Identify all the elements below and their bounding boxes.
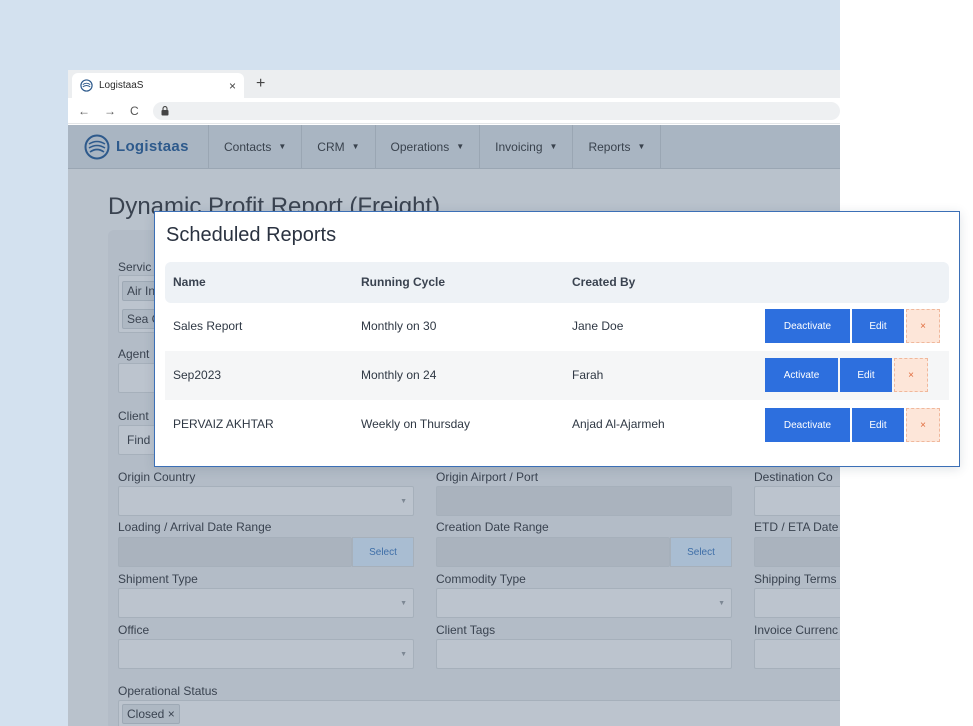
deactivate-button[interactable]: Deactivate: [765, 309, 850, 343]
origin-country-label: Origin Country: [118, 470, 196, 484]
activate-button[interactable]: Activate: [765, 358, 838, 392]
modal-title: Scheduled Reports: [166, 224, 337, 246]
tab-strip: LogistaaS × +: [68, 70, 840, 98]
deactivate-button[interactable]: Deactivate: [765, 408, 850, 442]
table-row: Sales Report Monthly on 30 Jane Doe Deac…: [165, 302, 949, 351]
creation-date-input[interactable]: [436, 537, 670, 567]
origin-country-select[interactable]: ▼: [118, 486, 414, 516]
table-row: PERVAIZ AKHTAR Weekly on Thursday Anjad …: [165, 400, 949, 449]
invoice-currency-select[interactable]: [754, 639, 840, 669]
client-tags-label: Client Tags: [436, 623, 496, 637]
forward-icon[interactable]: →: [104, 104, 116, 118]
caret-down-icon: ▼: [351, 142, 360, 151]
nav-operations[interactable]: Operations ▼: [376, 125, 481, 168]
shipment-type-select[interactable]: ▼: [118, 588, 414, 618]
client-placeholder: Find: [127, 433, 151, 447]
created-by: Jane Doe: [572, 319, 624, 333]
etd-eta-input[interactable]: [754, 537, 840, 567]
client-label: Client: [118, 409, 149, 423]
logo[interactable]: Logistaas: [68, 125, 209, 168]
app-navbar: Logistaas Contacts ▼ CRM ▼ Operations ▼ Inv…: [68, 125, 840, 169]
commodity-type-select[interactable]: ▼: [436, 588, 732, 618]
shipment-type-label: Shipment Type: [118, 572, 198, 586]
column-header-name: Name: [173, 275, 206, 289]
delete-button[interactable]: ×: [906, 408, 940, 442]
nav-label: CRM: [317, 139, 345, 154]
loading-date-input[interactable]: [118, 537, 352, 567]
office-label: Office: [118, 623, 150, 637]
column-header-created-by: Created By: [572, 275, 636, 289]
address-bar: ← → C: [68, 98, 840, 124]
caret-down-icon: ▼: [278, 142, 287, 151]
browser-tab[interactable]: LogistaaS ×: [72, 73, 244, 98]
operational-status-label: Operational Status: [118, 684, 218, 698]
running-cycle: Monthly on 24: [361, 368, 437, 382]
service-label: Servic: [118, 260, 152, 274]
loading-date-label: Loading / Arrival Date Range: [118, 520, 272, 534]
table-row: Sep2023 Monthly on 24 Farah Activate Edi…: [165, 351, 949, 400]
operational-status-select[interactable]: [118, 700, 840, 726]
etd-eta-label: ETD / ETA Date: [754, 520, 839, 534]
edit-button[interactable]: Edit: [852, 309, 904, 343]
tab-title: LogistaaS: [99, 80, 144, 91]
edit-button[interactable]: Edit: [852, 408, 904, 442]
destination-country-label: Destination Co: [754, 470, 833, 484]
commodity-type-label: Commodity Type: [436, 572, 526, 586]
nav-reports[interactable]: Reports ▼: [573, 125, 662, 168]
logo-text: Logistaas: [116, 138, 189, 155]
tab-close-icon[interactable]: ×: [229, 79, 236, 93]
new-tab-icon[interactable]: +: [256, 75, 265, 93]
caret-down-icon: ▼: [637, 142, 646, 151]
nav-label: Contacts: [224, 139, 272, 154]
caret-down-icon: ▼: [549, 142, 558, 151]
nav-contacts[interactable]: Contacts ▼: [209, 125, 303, 168]
logistaas-logo-icon: [84, 134, 110, 159]
back-icon[interactable]: ←: [78, 104, 90, 118]
delete-button[interactable]: ×: [894, 358, 928, 392]
shipping-terms-select[interactable]: [754, 588, 840, 618]
caret-down-icon: ▼: [456, 142, 465, 151]
dropdown-caret-icon: ▼: [400, 497, 407, 505]
office-select[interactable]: ▼: [118, 639, 414, 669]
loading-date-select-button[interactable]: Select: [352, 537, 414, 567]
created-by: Anjad Al-Ajarmeh: [572, 417, 665, 431]
operational-status-chip[interactable]: Closed ×: [122, 704, 180, 724]
destination-country-select[interactable]: [754, 486, 840, 516]
origin-airport-select[interactable]: [436, 486, 732, 516]
url-input[interactable]: [152, 101, 840, 120]
nav-label: Operations: [390, 139, 450, 154]
creation-date-label: Creation Date Range: [436, 520, 549, 534]
agent-label: Agent: [118, 347, 150, 361]
lock-icon: [161, 105, 169, 115]
table-header: Name Running Cycle Created By: [165, 262, 949, 303]
running-cycle: Weekly on Thursday: [361, 417, 470, 431]
report-name: Sep2023: [173, 368, 222, 382]
edit-button[interactable]: Edit: [840, 358, 892, 392]
creation-date-select-button[interactable]: Select: [670, 537, 732, 567]
running-cycle: Monthly on 30: [361, 319, 437, 333]
report-name: PERVAIZ AKHTAR: [173, 417, 274, 431]
logistaas-favicon-icon: [80, 79, 93, 92]
nav-invoicing[interactable]: Invoicing ▼: [480, 125, 574, 168]
nav-label: Reports: [588, 139, 631, 154]
invoice-currency-label: Invoice Currenc: [754, 623, 839, 637]
client-tags-input[interactable]: [436, 639, 732, 669]
delete-button[interactable]: ×: [906, 309, 940, 343]
origin-airport-label: Origin Airport / Port: [436, 470, 539, 484]
scheduled-reports-modal: Scheduled Reports Name Running Cycle Cre…: [154, 211, 960, 467]
reload-icon[interactable]: C: [130, 104, 139, 118]
nav-label: Invoicing: [495, 139, 543, 154]
dropdown-caret-icon: ▼: [400, 599, 407, 607]
column-header-running-cycle: Running Cycle: [361, 275, 446, 289]
created-by: Farah: [572, 368, 604, 382]
dropdown-caret-icon: ▼: [400, 650, 407, 658]
nav-crm[interactable]: CRM ▼: [302, 125, 376, 168]
shipping-terms-label: Shipping Terms: [754, 572, 837, 586]
dropdown-caret-icon: ▼: [718, 599, 725, 607]
report-name: Sales Report: [173, 319, 243, 333]
